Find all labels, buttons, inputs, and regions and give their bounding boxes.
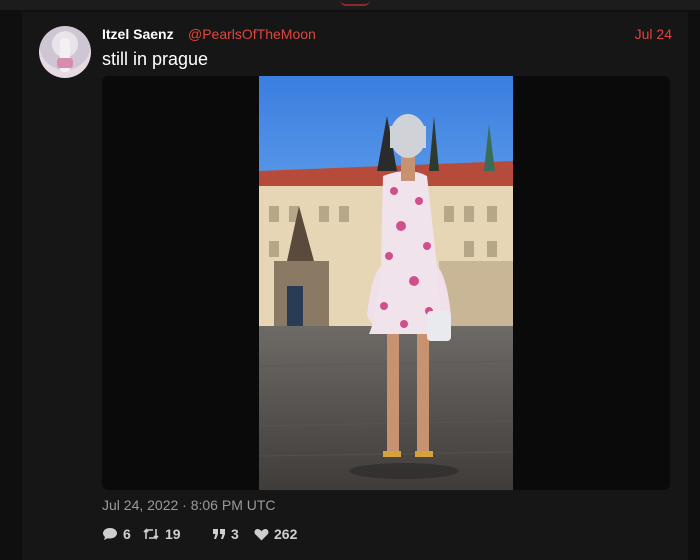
reply-stat[interactable]: 6 (102, 524, 131, 544)
tweet-timestamp[interactable]: Jul 24, 2022 · 8:06 PM UTC (102, 497, 276, 513)
avatar-skirt (57, 58, 73, 68)
heart-icon (254, 528, 269, 540)
tweet-date-link[interactable]: Jul 24 (635, 26, 672, 42)
tweet-card: Itzel Saenz @PearlsOfTheMoon Jul 24 stil… (22, 12, 688, 560)
like-stat[interactable]: 262 (254, 524, 297, 544)
retweet-stat[interactable]: 19 (142, 524, 181, 544)
nav-logo-mark (340, 0, 370, 6)
quote-count: 3 (231, 526, 239, 542)
comment-icon (103, 528, 117, 540)
tweet-media[interactable] (102, 76, 670, 490)
avatar[interactable] (39, 26, 91, 78)
tweet-header: Itzel Saenz @PearlsOfTheMoon Jul 24 (102, 26, 672, 46)
author-handle[interactable]: @PearlsOfTheMoon (188, 26, 316, 42)
tweet-text: still in prague (102, 49, 209, 69)
retweet-icon (143, 528, 159, 540)
author-name[interactable]: Itzel Saenz (102, 26, 174, 42)
top-nav-bar (0, 0, 700, 10)
reply-count: 6 (123, 526, 131, 542)
quote-icon (213, 529, 225, 539)
tweet-photo[interactable] (259, 76, 513, 490)
quote-stat[interactable]: 3 (212, 524, 239, 544)
like-count: 262 (274, 526, 298, 542)
retweet-count: 19 (165, 526, 181, 542)
